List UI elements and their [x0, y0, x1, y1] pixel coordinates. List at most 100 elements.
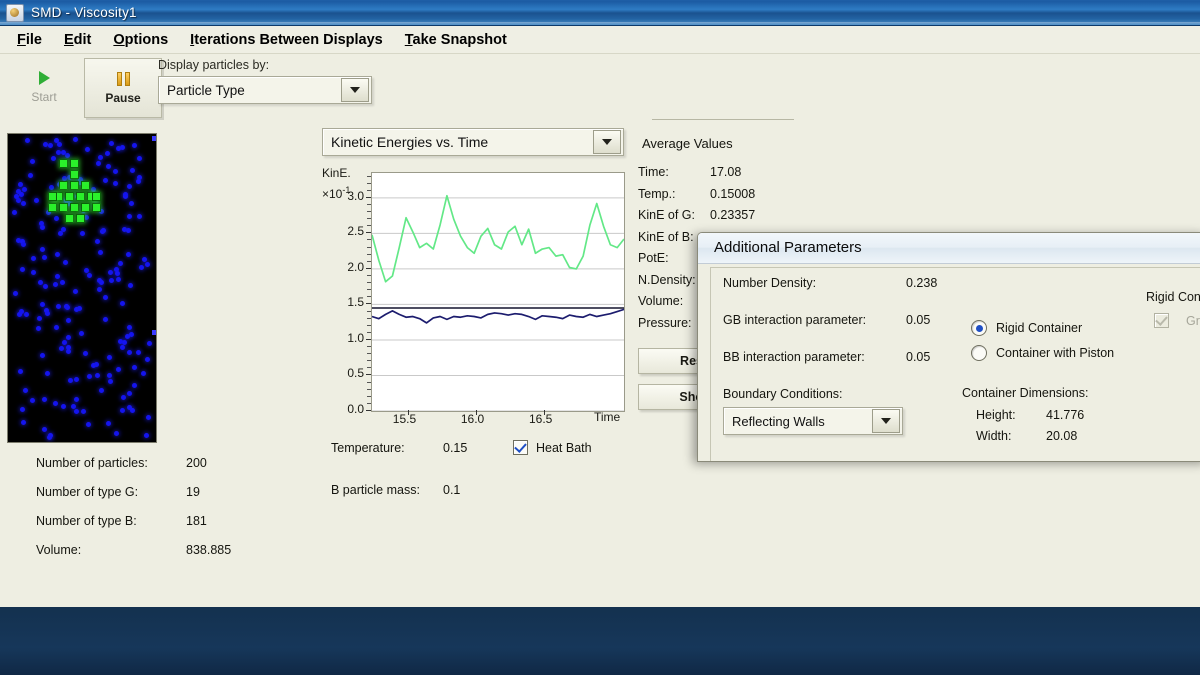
- particle-b: [38, 221, 44, 227]
- particle-b: [30, 256, 36, 261]
- y-axis-tick-mark: [366, 338, 371, 340]
- start-button[interactable]: Start: [6, 58, 82, 116]
- number-density-label: Number Density:: [723, 276, 817, 290]
- particle-b: [18, 308, 24, 314]
- chevron-down-icon[interactable]: [341, 78, 369, 102]
- particle-b: [77, 306, 83, 312]
- particle-b: [81, 409, 87, 415]
- statistic-value: 200: [186, 456, 207, 470]
- wall-marker: [152, 330, 156, 335]
- temperature-row: Temperature: 0.15 Heat Bath: [331, 440, 592, 455]
- y-axis-minor-tick: [367, 367, 371, 369]
- average-values-title: Average Values: [642, 136, 733, 151]
- statistics-left: Number of particles: 200 Number of type G:…: [36, 456, 231, 572]
- particle-b: [62, 260, 68, 266]
- plot-frame: [371, 172, 625, 412]
- particle-g: [64, 192, 74, 201]
- particle-g: [70, 181, 79, 190]
- particle-b: [24, 311, 30, 317]
- display-particles-by-select[interactable]: Particle Type: [158, 76, 372, 104]
- particle-b: [100, 228, 106, 234]
- chevron-down-icon[interactable]: [872, 409, 900, 433]
- chevron-down-icon[interactable]: [593, 130, 621, 154]
- average-value-number: 0.23357: [710, 208, 756, 222]
- gravity-checkbox-disabled: [1154, 313, 1169, 328]
- menu-item-file[interactable]: File: [6, 29, 53, 51]
- particle-b: [94, 239, 100, 245]
- dialog-title-bar: Additional Parameters: [698, 233, 1200, 264]
- particle-b: [86, 373, 92, 379]
- y-axis-minor-tick: [367, 260, 371, 262]
- radio-rigid-container[interactable]: Rigid Container: [971, 320, 1082, 336]
- particle-b: [17, 368, 23, 374]
- y-axis-tick-mark: [366, 410, 371, 411]
- particle-b: [115, 277, 121, 283]
- particle-b: [95, 372, 101, 378]
- particle-b: [45, 311, 51, 317]
- particle-g: [92, 203, 101, 212]
- statistic-label: Number of type G:: [36, 485, 139, 499]
- particle-g: [75, 214, 85, 223]
- radio-rigid-container-label: Rigid Container: [996, 321, 1083, 335]
- menu-item-label: terations Between Displays: [194, 31, 383, 48]
- heat-bath-checkbox[interactable]: [513, 440, 528, 455]
- particle-b: [98, 155, 104, 161]
- average-value-label: Temp.:: [638, 186, 676, 201]
- particle-b: [98, 249, 104, 255]
- y-axis-tick-label: 2.5: [347, 224, 364, 239]
- plot-svg: [371, 194, 625, 412]
- particle-b: [129, 168, 135, 174]
- particle-b: [65, 318, 71, 324]
- y-axis-minor-tick: [367, 182, 371, 184]
- radio-container-with-piston[interactable]: Container with Piston: [971, 345, 1114, 361]
- particle-b: [123, 191, 129, 197]
- container-dimensions-label: Container Dimensions:: [962, 386, 1089, 400]
- y-axis-minor-tick: [367, 218, 371, 220]
- y-axis-minor-tick: [367, 203, 371, 205]
- particle-b: [136, 214, 142, 220]
- b-particle-mass-row: B particle mass: 0.1: [331, 483, 592, 497]
- x-axis-tick-mark: [543, 410, 545, 415]
- particle-b: [21, 186, 27, 192]
- particle-b: [54, 273, 60, 279]
- particle-b: [142, 256, 148, 262]
- statistic-label: Number of particles:: [36, 456, 148, 470]
- particle-b: [122, 226, 128, 232]
- particle-b: [79, 331, 84, 337]
- particle-b: [125, 251, 131, 257]
- particle-b: [144, 262, 150, 268]
- particle-simulation-view[interactable]: [7, 133, 157, 443]
- particle-b: [15, 198, 21, 204]
- gb-parameter-label: GB interaction parameter:: [723, 313, 867, 327]
- menu-mnemonic: O: [113, 31, 125, 48]
- pause-button[interactable]: Pause: [84, 58, 162, 118]
- particle-b: [105, 164, 111, 170]
- chart-type-select[interactable]: Kinetic Energies vs. Time: [322, 128, 624, 156]
- menu-item-label: ptions: [124, 31, 169, 48]
- chart-block: Kinetic Energies vs. Time KinE. ×10-1 Ti…: [322, 128, 634, 428]
- y-axis-tick-mark: [366, 196, 371, 198]
- particle-b: [84, 215, 89, 221]
- menu-item-iterations-between-displays[interactable]: Iterations Between Displays: [179, 29, 394, 51]
- particle-b: [140, 371, 146, 376]
- y-axis-minor-tick: [367, 289, 371, 291]
- heat-bath-label: Heat Bath: [536, 440, 592, 455]
- y-axis-minor-tick: [367, 402, 371, 404]
- statistic-value: 19: [186, 485, 200, 499]
- menu-item-take-snapshot[interactable]: Take Snapshot: [394, 29, 518, 51]
- particle-b: [64, 152, 70, 158]
- particle-b: [117, 261, 123, 267]
- boundary-conditions-select[interactable]: Reflecting Walls: [723, 407, 903, 435]
- y-axis-minor-tick: [367, 275, 371, 276]
- particle-b: [109, 277, 115, 283]
- particle-b: [127, 184, 132, 190]
- average-value-label: Time:: [638, 165, 669, 179]
- menu-item-options[interactable]: Options: [102, 29, 179, 51]
- particle-b: [84, 147, 90, 153]
- particle-b: [24, 138, 30, 144]
- particle-b: [22, 388, 28, 394]
- play-icon: [38, 70, 50, 85]
- pause-icon: [116, 71, 130, 86]
- menu-item-edit[interactable]: Edit: [53, 29, 102, 51]
- plot-area: KinE. ×10-1 Time 0.0 0.5 1.0 1.5 2.0 2.5 3.0 15…: [322, 166, 634, 428]
